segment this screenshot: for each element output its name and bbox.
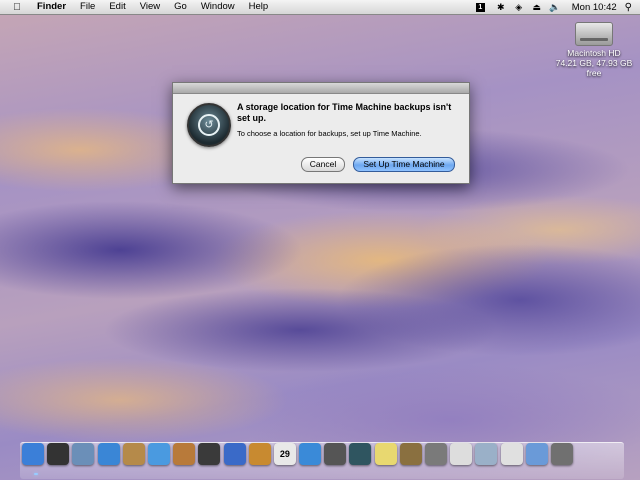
alert-titlebar[interactable] <box>173 83 469 94</box>
documents-stack-icon[interactable] <box>500 443 523 465</box>
imovie-icon[interactable] <box>198 443 221 465</box>
clock-arrow-icon: ↺ <box>198 114 220 136</box>
menu-window[interactable]: Window <box>194 0 242 14</box>
menu-edit[interactable]: Edit <box>102 0 132 14</box>
time-machine-alert: ↺ A storage location for Time Machine ba… <box>172 82 470 184</box>
menu-clock[interactable]: Mon 10:42 <box>564 2 625 13</box>
textedit-icon[interactable] <box>450 443 473 465</box>
stickies-icon[interactable] <box>374 443 397 465</box>
downloads-stack-icon[interactable] <box>475 443 498 465</box>
menu-file[interactable]: File <box>73 0 102 14</box>
menu-go[interactable]: Go <box>167 0 194 14</box>
preview-icon[interactable] <box>425 443 447 465</box>
desktop-drive[interactable]: Macintosh HD 74.21 GB, 47.93 GB free <box>552 20 636 78</box>
alert-title: A storage location for Time Machine back… <box>237 102 452 123</box>
time-machine-icon: ↺ <box>187 103 231 147</box>
volume-icon[interactable]: 🔈 <box>548 0 562 14</box>
iphoto-icon[interactable] <box>173 443 196 465</box>
status-menus: 1 ✱ ◈ ⏏ 🔈 Mon 10:42 ⚲ <box>469 0 640 14</box>
menu-view[interactable]: View <box>133 0 167 14</box>
menu-help[interactable]: Help <box>242 0 276 14</box>
dock-items: 29 <box>22 443 576 465</box>
time-machine-icon[interactable] <box>349 443 372 465</box>
hard-drive-icon <box>575 22 613 46</box>
input-menu-icon[interactable]: 1 <box>475 2 485 12</box>
menu-finder[interactable]: Finder <box>30 0 73 14</box>
wifi-icon[interactable]: ◈ <box>512 0 526 14</box>
set-up-time-machine-button[interactable]: Set Up Time Machine <box>353 157 455 172</box>
safari-icon[interactable] <box>97 443 120 465</box>
trash-icon[interactable] <box>550 443 573 465</box>
ical-icon[interactable]: 29 <box>273 443 296 465</box>
drive-info: 74.21 GB, 47.93 GB free <box>555 58 633 78</box>
address-book-icon[interactable] <box>122 443 145 465</box>
garageband-icon[interactable] <box>248 443 271 465</box>
finder-icon[interactable] <box>22 443 44 465</box>
automator-icon[interactable] <box>399 443 422 465</box>
running-indicator <box>34 473 38 475</box>
idvd-icon[interactable] <box>223 443 246 465</box>
dashboard-icon[interactable] <box>47 443 70 465</box>
spotlight-icon[interactable]: ⚲ <box>625 2 632 13</box>
eject-icon[interactable]: ⏏ <box>530 0 544 14</box>
alert-message: To choose a location for backups, set up… <box>237 129 422 138</box>
apple-menu-icon[interactable]:  <box>10 2 24 13</box>
bluetooth-icon[interactable]: ✱ <box>494 0 508 14</box>
cancel-button[interactable]: Cancel <box>301 157 345 172</box>
menu-bar:  Finder File Edit View Go Window Help 1… <box>0 0 640 15</box>
mail-icon[interactable] <box>72 443 95 465</box>
photo-booth-icon[interactable] <box>324 443 347 465</box>
drive-name: Macintosh HD <box>567 48 621 58</box>
itunes-icon[interactable] <box>147 443 170 465</box>
applications-folder-icon[interactable] <box>525 443 548 465</box>
quicktime-icon[interactable] <box>299 443 322 465</box>
